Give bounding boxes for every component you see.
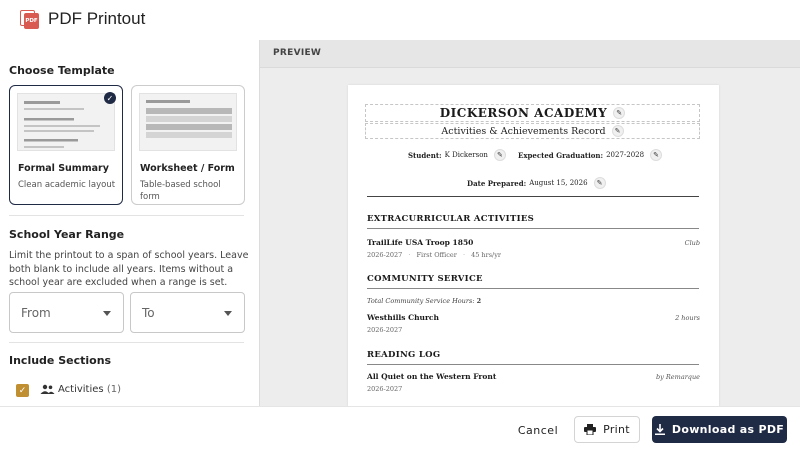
activity-years: 2026-2027 (367, 251, 403, 259)
chevron-down-icon (224, 311, 232, 316)
book-title: All Quiet on the Western Front (367, 372, 497, 381)
school-year-description: Limit the printout to a span of school y… (9, 250, 249, 288)
separator: · (408, 251, 411, 259)
activities-count: (1) (106, 384, 121, 395)
service-title: Westhills Church (367, 313, 439, 322)
formal-summary-thumbnail (17, 93, 115, 151)
template-card-formal-summary[interactable]: ✓ Formal Summary Clean academic layout (9, 85, 123, 205)
preview-pane: PREVIEW DICKERSON ACADEMY ✎ Activities &… (259, 40, 800, 406)
pdf-file-icon: PDF (20, 9, 39, 29)
date-prepared-value: August 15, 2026 (529, 179, 588, 187)
service-hours: 2 hours (675, 314, 700, 322)
date-prepared-row: Date Prepared: August 15, 2026 ✎ (467, 177, 606, 189)
activities-label-text: Activities (58, 384, 104, 395)
include-sections-heading: Include Sections (9, 354, 112, 367)
student-row: Student: K Dickerson ✎ (408, 149, 506, 161)
template-desc: Table-based school form (140, 180, 221, 202)
student-value: K Dickerson (444, 151, 488, 159)
activity-hours: 45 hrs/yr (471, 251, 502, 259)
template-name: Worksheet / Form (140, 163, 235, 174)
to-select-label: To (142, 306, 155, 320)
edit-pencil-icon[interactable]: ✎ (593, 177, 606, 189)
edit-pencil-icon[interactable]: ✎ (493, 149, 506, 161)
download-pdf-button[interactable]: Download as PDF (652, 416, 787, 443)
selected-check-icon: ✓ (104, 92, 116, 104)
document-subtitle: Activities & Achievements Record (441, 125, 606, 137)
service-years: 2026-2027 (367, 326, 403, 334)
section-divider (9, 215, 244, 216)
extracurricular-heading: EXTRACURRICULAR ACTIVITIES (367, 214, 535, 224)
edit-pencil-icon[interactable]: ✎ (611, 125, 624, 137)
preview-label: PREVIEW (273, 48, 322, 58)
community-total-hours: Total Community Service Hours: 2 (367, 297, 481, 305)
activities-section-label: Activities (1) (58, 384, 121, 395)
edit-pencil-icon[interactable]: ✎ (650, 149, 663, 161)
reading-log-heading: READING LOG (367, 350, 441, 360)
app-header: PDF PDF Printout (0, 0, 800, 38)
cancel-button[interactable]: Cancel (510, 417, 566, 443)
print-label: Print (603, 423, 630, 436)
from-year-select[interactable]: From (9, 292, 124, 333)
graduation-row: Expected Graduation: 2027-2028 ✎ (518, 149, 663, 161)
activity-details: 2026-2027 · First Officer · 45 hrs/yr (367, 251, 501, 259)
template-card-worksheet-form[interactable]: Worksheet / Form Table-based school form (131, 85, 245, 205)
dialog-footer: Cancel Print Download as PDF (0, 406, 800, 450)
activity-type: Club (684, 239, 700, 247)
school-year-heading: School Year Range (9, 228, 125, 241)
section-divider (9, 342, 244, 343)
activities-checkbox[interactable]: ✓ (16, 384, 29, 397)
worksheet-form-thumbnail (139, 93, 237, 151)
template-name: Formal Summary (18, 163, 109, 174)
activity-title: TrailLife USA Troop 1850 (367, 238, 474, 247)
graduation-value: 2027-2028 (606, 151, 645, 159)
pdf-logo-text: PDF (24, 12, 39, 29)
activity-role: First Officer (416, 251, 457, 259)
graduation-label: Expected Graduation: (518, 150, 604, 160)
download-icon (654, 424, 665, 435)
school-name: DICKERSON ACADEMY (439, 106, 608, 120)
book-years: 2026-2027 (367, 385, 403, 393)
community-service-heading: COMMUNITY SERVICE (367, 274, 483, 284)
template-desc: Clean academic layout (18, 180, 116, 190)
date-prepared-label: Date Prepared: (467, 178, 527, 188)
total-hours-label: Total Community Service Hours: (367, 297, 475, 305)
printer-icon (584, 424, 597, 435)
print-button[interactable]: Print (574, 416, 640, 443)
section-rule (367, 228, 699, 229)
preview-document: DICKERSON ACADEMY ✎ Activities & Achieve… (348, 85, 719, 406)
section-rule (367, 288, 699, 289)
from-select-label: From (21, 306, 51, 320)
people-icon (40, 384, 55, 394)
options-panel: Choose Template ✓ Formal Summary Clean a… (0, 40, 258, 406)
section-rule (367, 364, 699, 365)
school-name-field[interactable]: DICKERSON ACADEMY ✎ (365, 104, 700, 122)
header-rule (367, 196, 699, 197)
choose-template-heading: Choose Template (9, 64, 115, 77)
student-label: Student: (408, 150, 442, 160)
edit-pencil-icon[interactable]: ✎ (613, 107, 626, 119)
book-author: by Remarque (656, 373, 700, 381)
chevron-down-icon (103, 311, 111, 316)
to-year-select[interactable]: To (130, 292, 245, 333)
separator: · (462, 251, 466, 259)
page-title: PDF Printout (48, 9, 146, 28)
total-hours-value: 2 (476, 297, 482, 305)
download-label: Download as PDF (671, 423, 785, 436)
preview-header: PREVIEW (260, 40, 800, 68)
subtitle-field[interactable]: Activities & Achievements Record ✎ (365, 123, 700, 139)
